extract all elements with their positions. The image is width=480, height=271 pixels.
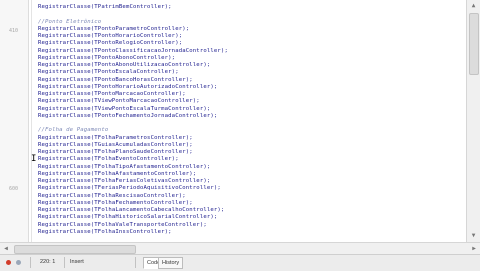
scroll-down-icon[interactable]: ▼ [467,230,480,242]
code-line: RegistrarClasse(TPontoHorarioController)… [38,33,183,39]
vertical-scroll-thumb[interactable] [469,13,479,75]
insert-mode-indicator: Insert [70,259,84,265]
horizontal-scroll-thumb[interactable] [14,245,136,254]
code-line: RegistrarClasse(TPontoEscalaController); [38,69,179,76]
text-cursor-icon: I [31,154,37,164]
code-line: RegistrarClasse(TPontoClassificacaoJorna… [38,47,228,54]
code-line: RegistrarClasse(TFolhaFeriasColetivasCon… [38,178,211,184]
code-comment: //Ponto Eletrônico [38,18,102,25]
record-indicator-icon [16,260,21,265]
code-line: RegistrarClasse(TFolhaAfastamentoControl… [38,170,197,177]
code-line: RegistrarClasse(TFolhaInssController); [38,228,172,235]
tab-history[interactable]: History [158,257,184,269]
code-line: RegistrarClasse(TFeriasPeriodoAquisitivo… [38,185,221,192]
code-line: RegistrarClasse(TPontoBancoHorasControll… [38,76,193,83]
code-line: RegistrarClasse(TFolhaPlanoSaudeControll… [38,149,193,155]
code-fold-guide [31,0,32,242]
code-line: RegistrarClasse(TGuiasAcumuladasControll… [38,141,193,148]
status-divider [64,257,65,268]
line-number-marker: 410 [9,28,19,34]
code-line: RegistrarClasse(TViewPontoEscalaTurmaCon… [38,105,211,112]
code-line: RegistrarClasse(TFolhaParametrosControll… [38,134,193,141]
code-line: RegistrarClasse(TPontoParametroControlle… [38,25,190,32]
code-line: RegistrarClasse(TFolhaLancamentoCabecalh… [38,207,225,213]
code-line: RegistrarClasse(TFolhaRescisaoController… [38,192,186,199]
code-line: RegistrarClasse(TPontoFechamentoJornadaC… [38,112,218,119]
status-divider [135,257,136,268]
code-line: RegistrarClasse(TPatrimBemController); [38,4,172,10]
vertical-scrollbar[interactable]: ▲ ▼ [466,0,480,242]
status-divider [30,257,31,268]
status-bar: 220: 1 Insert Code History [0,254,480,271]
code-line: RegistrarClasse(TPontoRelogioController)… [38,40,183,47]
code-line: RegistrarClasse(TPontoAbonoController); [38,54,176,61]
modified-indicator-icon [6,260,11,265]
code-line: RegistrarClasse(TPontoMarcacaoController… [38,91,186,97]
code-editor[interactable]: 410 600 RegistrarClasse(TPatrimBemContro… [0,0,467,242]
code-line: RegistrarClasse(TPontoAbonoUtilizacaoCon… [38,62,211,68]
code-line: RegistrarClasse(TViewPontoMarcacaoContro… [38,98,200,105]
code-line: RegistrarClasse(TFolhaEventoController); [38,156,179,163]
code-line: RegistrarClasse(TFolhaTipoAfastamentoCon… [38,163,211,170]
code-line: RegistrarClasse(TFolhaHistoricoSalarialC… [38,214,218,221]
line-number-gutter: 410 600 [0,0,29,242]
code-comment: //Folha de Pagamento [38,127,109,134]
code-line: RegistrarClasse(TPontoHorarioAutorizadoC… [38,83,218,90]
code-line: RegistrarClasse(TFolhaValeTransporteCont… [38,221,207,228]
line-number-marker: 600 [9,186,19,192]
code-line: RegistrarClasse(TFolhaFechamentoControll… [38,199,193,206]
cursor-position: 220: 1 [40,259,56,265]
scroll-up-icon[interactable]: ▲ [467,0,480,12]
